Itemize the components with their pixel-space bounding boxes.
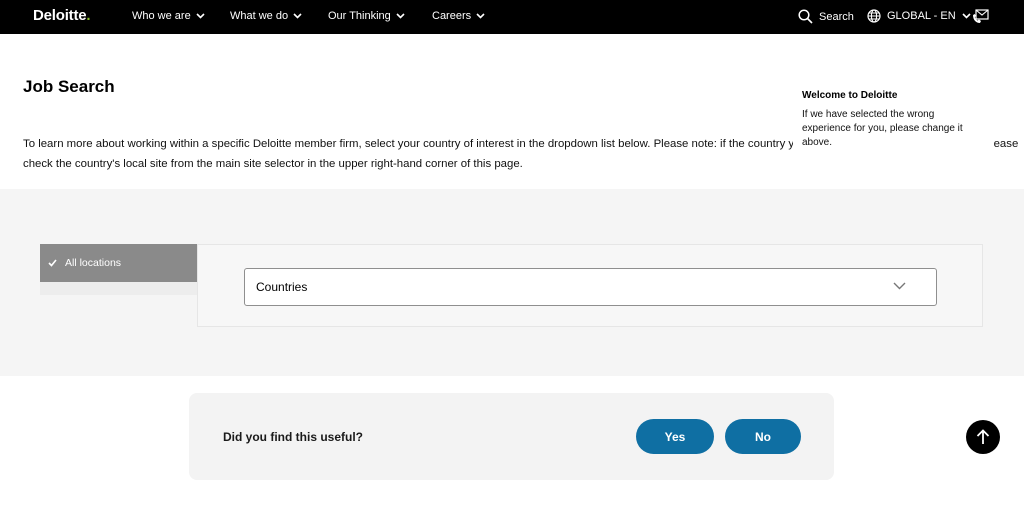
location-filter-label: All locations xyxy=(65,257,122,269)
welcome-title: Welcome to Deloitte xyxy=(802,90,898,101)
chevron-down-icon xyxy=(893,282,906,290)
globe-icon xyxy=(867,9,881,23)
top-navigation: Deloitte. Who we are What we do Our Thin… xyxy=(0,0,1024,34)
nav-careers[interactable]: Careers xyxy=(432,10,485,22)
chevron-down-icon xyxy=(293,13,302,19)
region-selector[interactable]: GLOBAL - EN xyxy=(867,9,971,23)
contact-button[interactable] xyxy=(972,9,995,24)
arrow-up-icon xyxy=(976,429,990,444)
location-filter-all[interactable]: All locations xyxy=(40,244,197,282)
nav-what-we-do-label: What we do xyxy=(230,10,289,22)
region-label: GLOBAL - EN xyxy=(887,10,956,22)
nav-who-we-are-label: Who we are xyxy=(132,10,191,22)
back-to-top-button[interactable] xyxy=(966,420,1000,454)
chevron-down-icon xyxy=(476,13,485,19)
feedback-yes-button[interactable]: Yes xyxy=(636,419,714,454)
logo-dot: . xyxy=(86,7,91,24)
search-icon xyxy=(798,9,813,24)
chevron-down-icon xyxy=(396,13,405,19)
nav-what-we-do[interactable]: What we do xyxy=(230,10,302,22)
nav-who-we-are[interactable]: Who we are xyxy=(132,10,205,22)
check-icon xyxy=(48,259,57,267)
feedback-no-button[interactable]: No xyxy=(725,419,801,454)
country-select[interactable]: Countries xyxy=(244,268,937,306)
phone-mail-icon xyxy=(973,9,989,23)
nav-careers-label: Careers xyxy=(432,10,472,22)
chevron-down-icon xyxy=(196,13,205,19)
chevron-down-icon xyxy=(962,13,971,19)
search-button[interactable]: Search xyxy=(798,9,854,24)
deloitte-logo[interactable]: Deloitte. xyxy=(33,7,91,24)
nav-our-thinking[interactable]: Our Thinking xyxy=(328,10,405,22)
welcome-popup: Welcome to Deloitte If we have selected … xyxy=(793,82,993,160)
welcome-text: If we have selected the wrong experience… xyxy=(802,109,963,148)
country-select-value: Countries xyxy=(256,280,308,294)
nav-our-thinking-label: Our Thinking xyxy=(328,10,391,22)
page-title: Job Search xyxy=(23,77,115,96)
feedback-question: Did you find this useful? xyxy=(223,430,363,444)
search-label: Search xyxy=(819,10,854,23)
